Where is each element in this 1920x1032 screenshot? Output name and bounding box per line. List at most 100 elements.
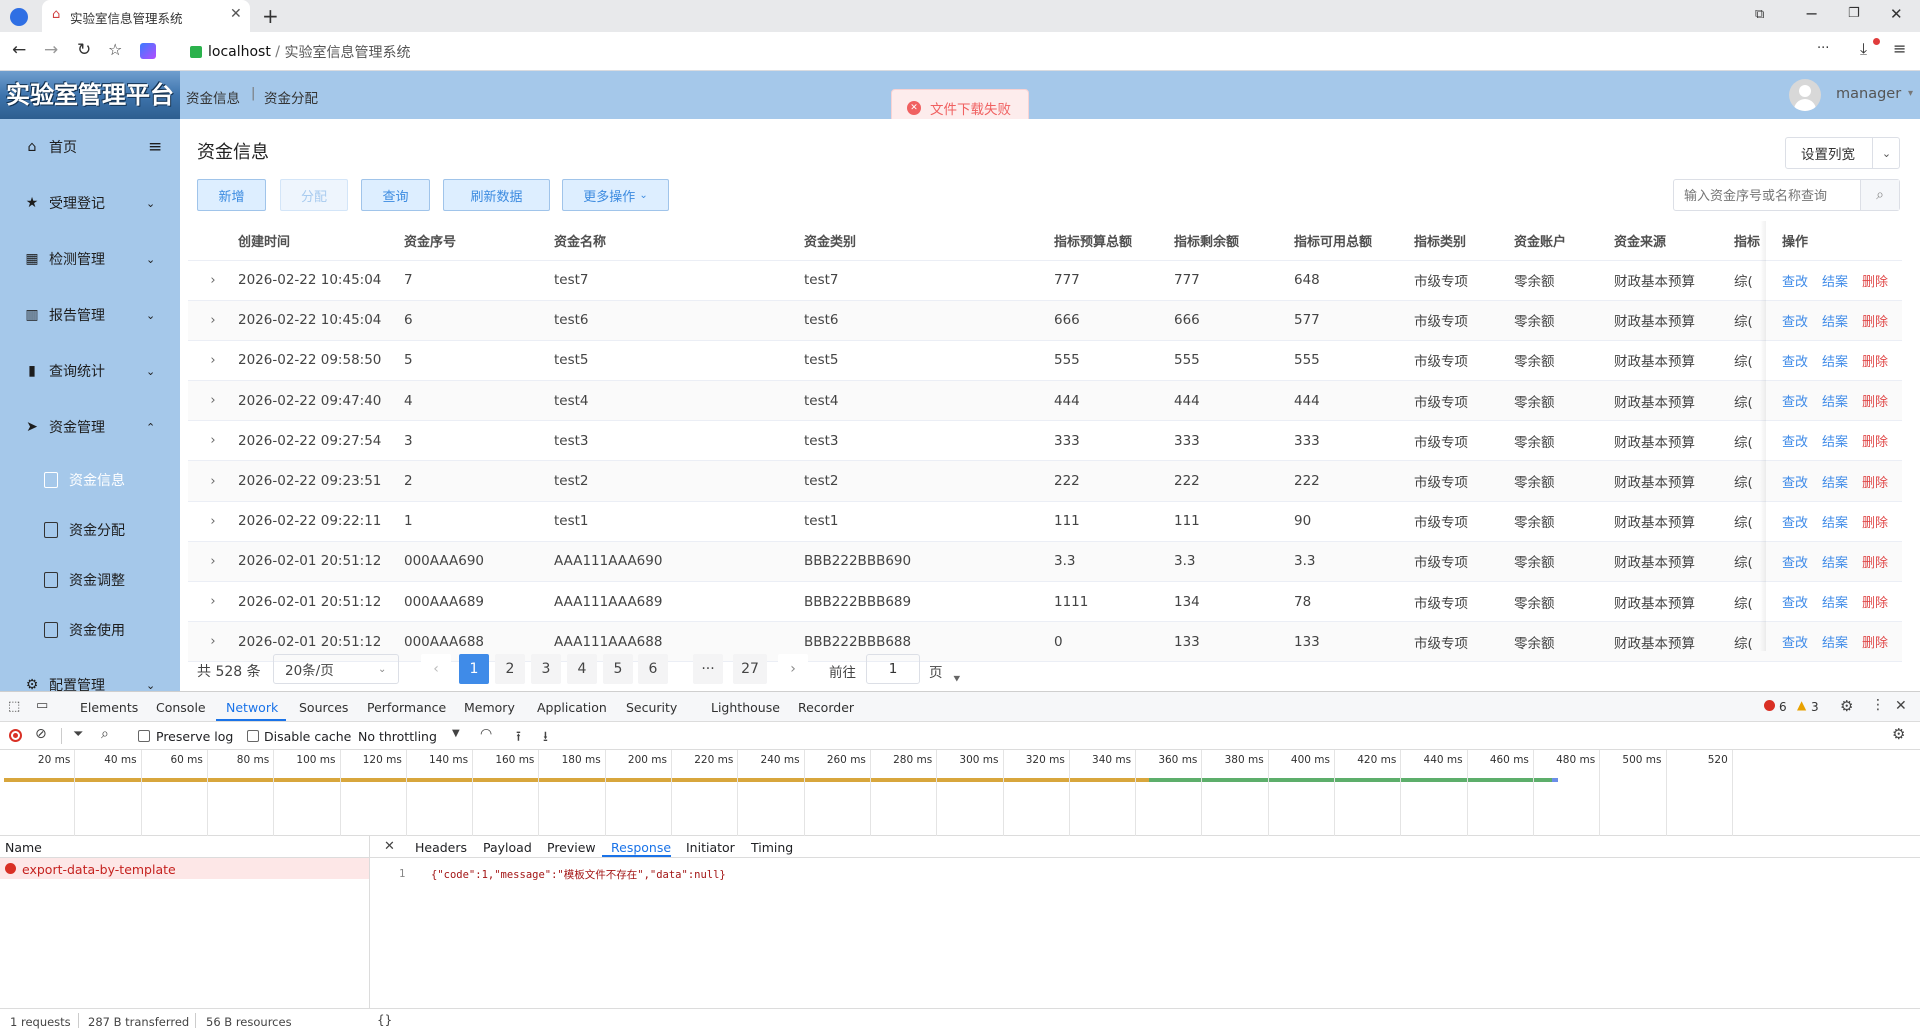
- edit-link[interactable]: 查改: [1782, 516, 1808, 531]
- expand-row-icon[interactable]: ›: [188, 380, 238, 422]
- user-name[interactable]: manager: [1836, 86, 1901, 102]
- edit-link[interactable]: 查改: [1782, 556, 1808, 571]
- edit-link[interactable]: 查改: [1782, 596, 1808, 611]
- sidebar-subitem-funds-adjust[interactable]: 资金调整: [0, 555, 180, 605]
- table-row[interactable]: › 2026-02-22 09:22:11 1 test1 test1 111 111 90 市…: [188, 501, 1903, 542]
- page-button[interactable]: 4: [567, 654, 597, 684]
- page-size-select[interactable]: 20条/页 ⌄: [273, 654, 399, 684]
- expand-row-icon[interactable]: ›: [188, 340, 238, 382]
- close-case-link[interactable]: 结案: [1822, 315, 1848, 330]
- devtools-tab-sources[interactable]: Sources: [299, 700, 348, 715]
- goto-input[interactable]: 1: [866, 654, 920, 684]
- delete-link[interactable]: 删除: [1862, 556, 1888, 571]
- name-column-header[interactable]: Name: [5, 840, 42, 855]
- devtools-tab-memory[interactable]: Memory: [464, 700, 515, 715]
- clear-icon[interactable]: ⊘: [35, 726, 47, 742]
- request-row[interactable]: export-data-by-template: [0, 858, 369, 879]
- query-button[interactable]: 查询: [361, 179, 430, 211]
- preserve-log-checkbox[interactable]: [138, 730, 150, 742]
- edit-link[interactable]: 查改: [1782, 315, 1808, 330]
- close-case-link[interactable]: 结案: [1822, 395, 1848, 410]
- new-tab-icon[interactable]: +: [262, 4, 279, 28]
- sidebar-item-funds[interactable]: ➤ 资金管理 ⌃: [0, 399, 180, 455]
- close-case-link[interactable]: 结案: [1822, 476, 1848, 491]
- table-row[interactable]: › 2026-02-01 20:51:12 000AAA690 AAA111AAA69…: [188, 541, 1903, 583]
- devtools-tab-lighthouse[interactable]: Lighthouse: [711, 700, 780, 715]
- page-button[interactable]: 5: [603, 654, 633, 684]
- detail-tab-payload[interactable]: Payload: [483, 840, 532, 855]
- app-logo[interactable]: 实验室管理平台: [0, 71, 180, 119]
- network-settings-icon[interactable]: ⚙: [1892, 725, 1905, 743]
- close-case-link[interactable]: 结案: [1822, 556, 1848, 571]
- edit-link[interactable]: 查改: [1782, 395, 1808, 410]
- close-case-link[interactable]: 结案: [1822, 636, 1848, 651]
- devtools-tab-security[interactable]: Security: [626, 700, 677, 715]
- ai-icon[interactable]: [140, 43, 156, 59]
- devtools-tab-performance[interactable]: Performance: [367, 700, 446, 715]
- url-field[interactable]: localhost / 实验室信息管理系统: [190, 39, 1790, 65]
- edit-link[interactable]: 查改: [1782, 435, 1808, 450]
- delete-link[interactable]: 删除: [1862, 516, 1888, 531]
- expand-row-icon[interactable]: ›: [188, 420, 238, 462]
- sidebar-item-config[interactable]: ⚙ 配置管理 ⌄: [0, 657, 180, 691]
- expand-row-icon[interactable]: ›: [188, 541, 238, 583]
- assign-button[interactable]: 分配: [280, 179, 348, 211]
- delete-link[interactable]: 删除: [1862, 636, 1888, 651]
- wifi-icon[interactable]: ◠: [480, 726, 492, 742]
- expand-row-icon[interactable]: ›: [188, 621, 238, 663]
- table-row[interactable]: › 2026-02-22 10:45:04 7 test7 test7 777 777 648…: [188, 260, 1903, 301]
- column-header[interactable]: 资金账户: [1514, 221, 1614, 261]
- close-case-link[interactable]: 结案: [1822, 516, 1848, 531]
- kebab-menu-icon[interactable]: ⋮: [1871, 697, 1885, 713]
- devtools-tab-elements[interactable]: Elements: [80, 700, 138, 715]
- user-dropdown-icon[interactable]: ▾: [1908, 88, 1913, 99]
- breadcrumb-funds-info[interactable]: 资金信息: [186, 87, 240, 107]
- column-header[interactable]: 资金来源: [1614, 221, 1734, 261]
- devtools-tab-application[interactable]: Application: [537, 700, 607, 715]
- table-row[interactable]: › 2026-02-22 09:23:51 2 test2 test2 222 222 222…: [188, 460, 1903, 502]
- detail-tab-response[interactable]: Response: [611, 840, 671, 855]
- browser-logo-icon[interactable]: [10, 8, 28, 26]
- download-icon[interactable]: ⭳: [543, 726, 548, 750]
- table-row[interactable]: › 2026-02-22 09:27:54 3 test3 test3 333 333 333…: [188, 420, 1903, 462]
- page-button[interactable]: 1: [459, 654, 489, 684]
- page-button[interactable]: 3: [531, 654, 561, 684]
- throttling-select[interactable]: No throttling: [358, 729, 437, 744]
- sidebar-subitem-funds-allocation[interactable]: 资金分配: [0, 505, 180, 555]
- close-case-link[interactable]: 结案: [1822, 275, 1848, 290]
- disable-cache-label[interactable]: Disable cache: [264, 729, 351, 744]
- set-column-width-button[interactable]: 设置列宽 ⌄: [1785, 137, 1900, 169]
- user-avatar[interactable]: [1789, 79, 1821, 111]
- warning-count-icon[interactable]: ▲: [1797, 698, 1806, 712]
- tab-close-icon[interactable]: ✕: [230, 6, 242, 22]
- column-header[interactable]: 指标类别: [1414, 221, 1514, 261]
- search-icon[interactable]: ⌕: [1860, 180, 1899, 210]
- search-icon[interactable]: ⌕: [101, 726, 109, 742]
- sidebar-item-registration[interactable]: ★ 受理登记 ⌄: [0, 175, 180, 231]
- table-row[interactable]: › 2026-02-22 09:58:50 5 test5 test5 555 555 555…: [188, 340, 1903, 382]
- menu-icon[interactable]: ≡: [1893, 39, 1906, 58]
- more-actions-button[interactable]: 更多操作 ⌄: [562, 179, 669, 211]
- sidebar-item-reports[interactable]: ▥ 报告管理 ⌄: [0, 287, 180, 343]
- tab-search-icon[interactable]: ⧉: [1755, 7, 1764, 22]
- column-header[interactable]: 资金序号: [404, 221, 554, 261]
- expand-row-icon[interactable]: ›: [188, 460, 238, 502]
- devtools-tab-recorder[interactable]: Recorder: [798, 700, 854, 715]
- close-detail-icon[interactable]: ✕: [384, 839, 395, 854]
- sidebar-item-statistics[interactable]: ▮ 查询统计 ⌄: [0, 343, 180, 399]
- page-button-last[interactable]: 27: [733, 654, 767, 684]
- resize-handle-icon[interactable]: ⯆: [952, 672, 962, 687]
- inspect-icon[interactable]: ⬚: [8, 699, 20, 714]
- expand-row-icon[interactable]: ›: [188, 300, 238, 341]
- expand-row-icon[interactable]: ›: [188, 581, 238, 623]
- column-header[interactable]: 资金类别: [804, 221, 1054, 261]
- edit-link[interactable]: 查改: [1782, 636, 1808, 651]
- minimize-icon[interactable]: −: [1805, 4, 1818, 23]
- column-header[interactable]: 指标可用总额: [1294, 221, 1414, 261]
- breadcrumb-funds-allocation[interactable]: 资金分配: [264, 87, 318, 107]
- device-toggle-icon[interactable]: ▭: [36, 698, 48, 713]
- table-row[interactable]: › 2026-02-22 09:47:40 4 test4 test4 444 444 444…: [188, 380, 1903, 422]
- search-input[interactable]: [1674, 180, 1860, 210]
- delete-link[interactable]: 删除: [1862, 355, 1888, 370]
- sidebar-subitem-funds-usage[interactable]: 资金使用: [0, 605, 180, 655]
